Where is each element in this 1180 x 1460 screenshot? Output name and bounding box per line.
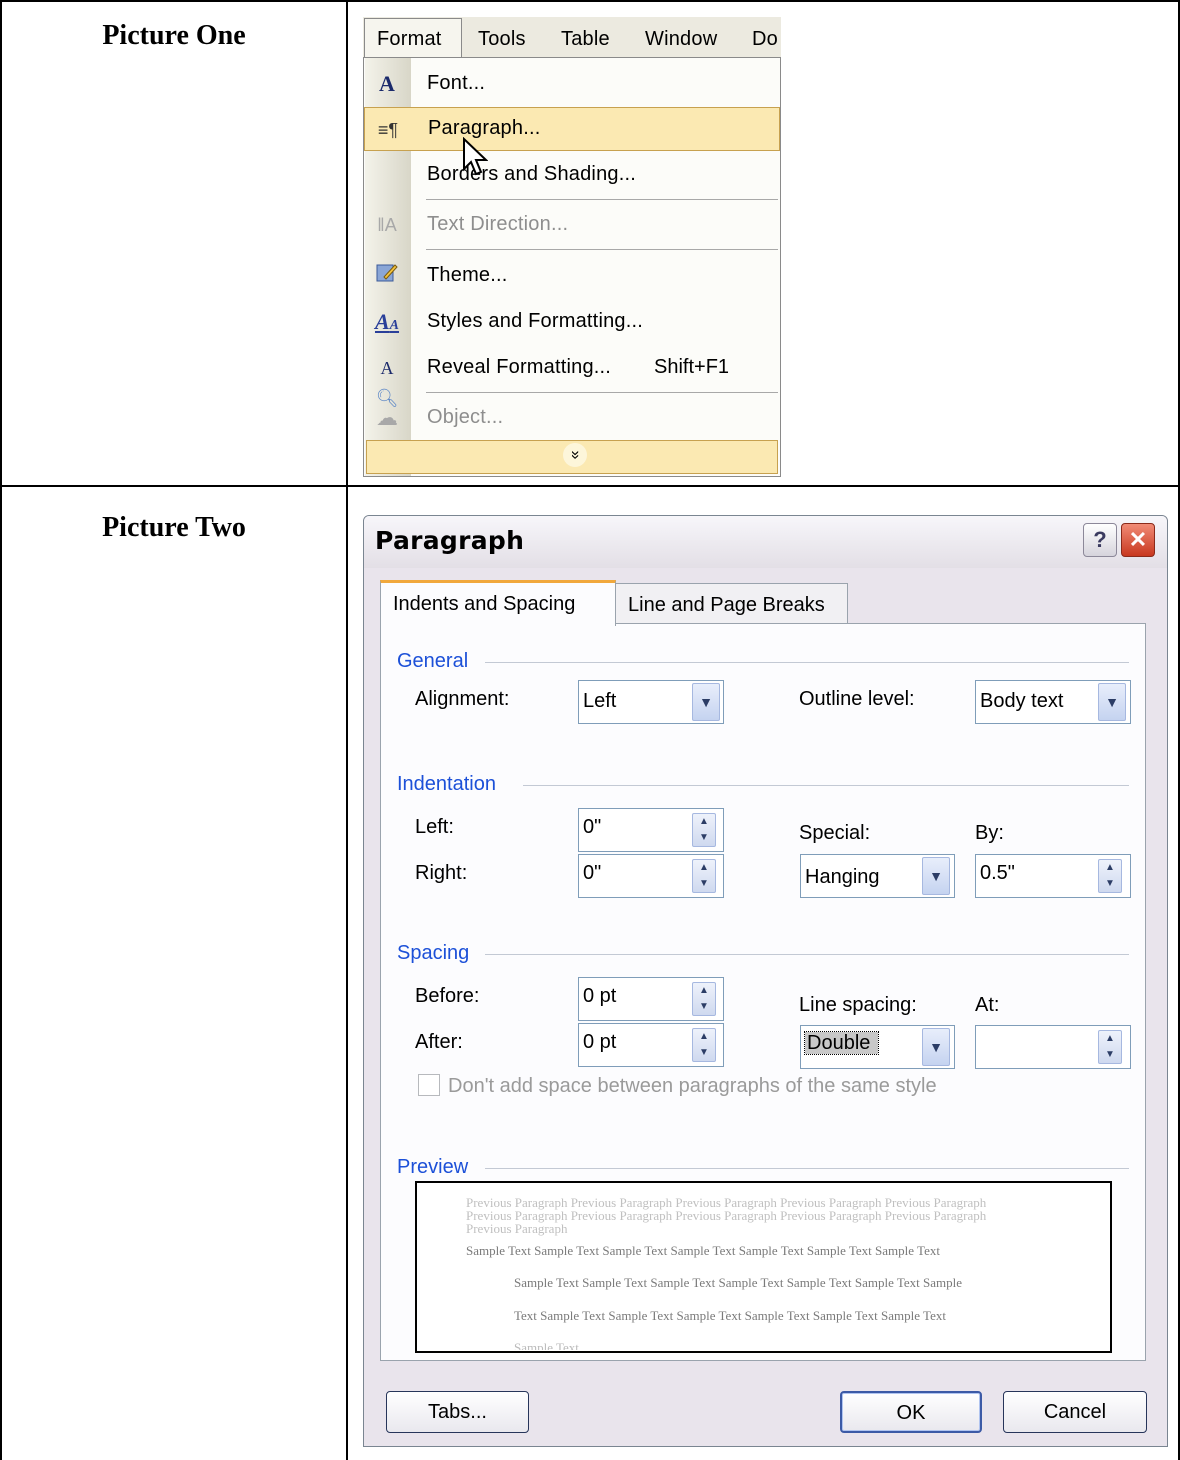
menu-document[interactable]: Do [752,28,778,51]
table-row-divider [0,485,1180,487]
after-input[interactable]: 0 pt ▲ ▼ [578,1023,724,1067]
line-spacing-select[interactable]: Double ▼ [800,1025,955,1069]
chevron-down-icon[interactable]: ▼ [692,683,720,721]
menu-item-object: ☁ Object... [364,396,780,440]
paragraph-icon: ≡¶ [377,120,399,140]
styles-icon: AA [374,309,400,334]
cancel-button[interactable]: Cancel [1003,1391,1147,1433]
table-border-top [0,0,1180,2]
font-a-icon: A [379,71,395,96]
reveal-formatting-icon: A🔍︎ [375,358,399,408]
section-divider [523,785,1129,786]
preview-line: Sample Text [514,1340,579,1350]
line-spacing-label: Line spacing: [799,994,917,1016]
menu-item-paragraph[interactable]: ≡¶ Paragraph... [364,107,780,151]
special-select[interactable]: Hanging ▼ [800,854,955,898]
spinner-icon[interactable]: ▲ ▼ [1098,859,1122,893]
section-divider [485,954,1129,955]
menu-item-text-direction: ‖A Text Direction... [364,203,780,247]
after-label: After: [415,1031,463,1053]
theme-icon [372,261,402,291]
spinner-icon[interactable]: ▲ ▼ [692,1028,716,1062]
tab-line-page-breaks[interactable]: Line and Page Breaks [615,583,848,623]
spinner-icon[interactable]: ▲ ▼ [1098,1030,1122,1064]
at-input[interactable]: ▲ ▼ [975,1025,1131,1069]
paragraph-dialog: Paragraph ? ✕ Line and Page Breaks Gener… [363,515,1168,1447]
at-label: At: [975,994,1000,1016]
menu-expand-button[interactable]: » [366,440,778,474]
dialog-titlebar: Paragraph ? ✕ [364,516,1167,568]
section-spacing: Spacing [397,942,470,964]
preview-line: Text Sample Text Sample Text Sample Text… [514,1308,946,1323]
menu-window[interactable]: Window [645,28,717,51]
picture-one-label: Picture One [102,20,246,51]
mouse-pointer-icon [463,137,488,176]
menu-item-font[interactable]: A Font... [364,62,780,106]
preview-line: Sample Text Sample Text Sample Text Samp… [466,1243,940,1258]
before-label: Before: [415,985,480,1007]
tab-panel: General Alignment: Left ▼ Outline level:… [380,623,1146,1361]
tab-indents-spacing[interactable]: Indents and Spacing [380,580,616,626]
section-divider [485,662,1129,663]
dont-add-space-label: Don't add space between paragraphs of th… [448,1075,937,1097]
chevron-double-down-icon: » [563,443,587,467]
chevron-down-icon[interactable]: ▼ [922,1028,950,1066]
menu-item-borders-shading[interactable]: Borders and Shading... [364,153,780,197]
paragraph-preview: Previous Paragraph Previous Paragraph Pr… [415,1181,1112,1353]
by-input[interactable]: 0.5" ▲ ▼ [975,854,1131,898]
tabs-button[interactable]: Tabs... [386,1391,529,1433]
dont-add-space-checkbox [418,1074,440,1096]
close-button[interactable]: ✕ [1121,523,1155,557]
section-general: General [397,650,469,672]
right-indent-label: Right: [415,862,468,884]
section-divider [485,1168,1129,1169]
menu-item-reveal-formatting[interactable]: A🔍︎ Reveal Formatting... Shift+F1 [364,346,780,408]
section-indentation: Indentation [397,773,496,795]
menu-item-theme[interactable]: Theme... [364,254,780,298]
object-icon: ☁ [376,405,398,430]
spinner-icon[interactable]: ▲ ▼ [692,813,716,847]
alignment-label: Alignment: [415,688,510,710]
table-column-divider [346,0,348,1460]
special-label: Special: [799,822,871,844]
menu-format[interactable]: Format [377,28,442,51]
preview-previous-paragraph: Previous Paragraph Previous Paragraph Pr… [466,1195,987,1236]
spinner-icon[interactable]: ▲ ▼ [692,982,716,1016]
before-input[interactable]: 0 pt ▲ ▼ [578,977,724,1021]
menu-separator [426,392,778,393]
dialog-title: Paragraph [375,526,525,555]
outline-level-select[interactable]: Body text ▼ [975,680,1131,724]
picture-two-label: Picture Two [102,512,246,543]
chevron-down-icon[interactable]: ▼ [922,857,950,895]
outline-level-label: Outline level: [799,688,915,710]
menu-table[interactable]: Table [561,28,610,51]
section-preview: Preview [397,1156,469,1178]
menu-item-styles-formatting[interactable]: AA Styles and Formatting... [364,300,780,344]
left-indent-label: Left: [415,816,454,838]
table-border-left [0,0,2,1460]
chevron-down-icon[interactable]: ▼ [1098,683,1126,721]
menu-separator [426,199,778,200]
menu-separator [426,249,778,250]
alignment-select[interactable]: Left ▼ [578,680,724,724]
help-button[interactable]: ? [1083,523,1117,557]
left-indent-input[interactable]: 0" ▲ ▼ [578,808,724,852]
menu-tools[interactable]: Tools [478,28,526,51]
by-label: By: [975,822,1004,844]
format-menu: A Font... ≡¶ Paragraph... Borders and Sh… [363,57,781,477]
preview-line: Sample Text Sample Text Sample Text Samp… [514,1275,963,1290]
spinner-icon[interactable]: ▲ ▼ [692,859,716,893]
text-direction-icon: ‖A [377,215,397,235]
ok-button[interactable]: OK [840,1391,982,1433]
right-indent-input[interactable]: 0" ▲ ▼ [578,854,724,898]
